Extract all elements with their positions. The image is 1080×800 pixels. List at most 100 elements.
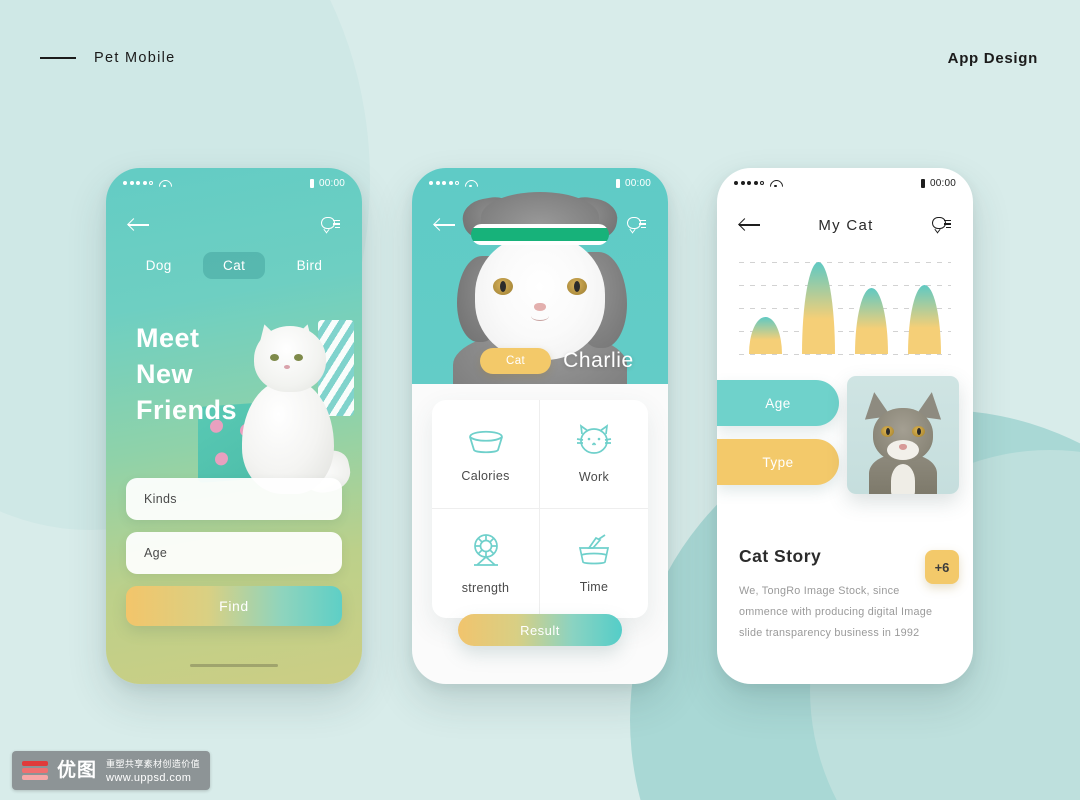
- status-left: [429, 179, 476, 188]
- signal-dots-icon: [123, 181, 153, 185]
- chart-peaks: [739, 262, 951, 354]
- stat-strength[interactable]: strength: [432, 509, 540, 618]
- hero-headline: Meet New Friends: [136, 320, 237, 429]
- cat-eye-right: [294, 354, 303, 361]
- page-title: My Cat: [818, 216, 874, 234]
- home-indicator: [190, 663, 278, 667]
- status-bar: 00:00: [412, 168, 668, 198]
- chat-bubble-icon[interactable]: [627, 216, 646, 234]
- page-header: Pet Mobile App Design: [0, 50, 1080, 86]
- battery-icon: [309, 178, 314, 188]
- cat-head: [254, 326, 326, 392]
- cat-muzzle: [887, 440, 919, 460]
- pet-name: Charlie: [563, 349, 634, 372]
- watermark-text: 重塑共享素材创造价值 www.uppsd.com: [106, 757, 200, 784]
- cat-face: [475, 234, 605, 360]
- food-bowl-icon: [466, 425, 506, 455]
- chat-bubble-icon[interactable]: [321, 216, 340, 234]
- white-cat-photo: [232, 321, 354, 497]
- battery-icon: [615, 178, 620, 188]
- activity-chart: [739, 262, 951, 355]
- stat-work[interactable]: Work: [540, 400, 648, 509]
- result-button[interactable]: Result: [458, 614, 622, 646]
- search-form: Kinds Age Find: [126, 478, 342, 626]
- status-clock: 00:00: [929, 177, 956, 189]
- cat-eye-left: [270, 354, 279, 361]
- hamster-wheel-icon: [468, 533, 504, 567]
- cat-body: [242, 380, 334, 494]
- status-bar: 00:00: [106, 168, 362, 198]
- phone-screen-my-cat: 00:00 My Cat Age Type +6 Cat Story We, T…: [717, 168, 973, 684]
- chart-peak: [802, 262, 835, 354]
- wifi-icon: [465, 179, 476, 188]
- back-arrow-icon[interactable]: [128, 218, 149, 232]
- status-bar: 00:00: [717, 168, 973, 198]
- status-clock: 00:00: [318, 177, 345, 189]
- horizontal-line-icon: [40, 57, 76, 59]
- stat-label: strength: [461, 580, 510, 595]
- chart-peak: [749, 317, 782, 354]
- cat-eye-left: [493, 278, 513, 295]
- cat-bib: [891, 464, 915, 494]
- cat-story-section: Cat Story We, TongRo Image Stock, since …: [739, 546, 951, 644]
- stacked-layers-icon: [22, 760, 48, 781]
- chart-peak: [908, 285, 941, 354]
- pill-age[interactable]: Age: [717, 380, 839, 426]
- stat-label: Calories: [461, 469, 510, 483]
- hero-line-3: Friends: [136, 395, 238, 426]
- tab-dog[interactable]: Dog: [126, 252, 192, 279]
- stat-label: Work: [578, 470, 610, 484]
- cat-mouth: [531, 311, 549, 321]
- nav-bar: [412, 206, 668, 244]
- cat-photo-card[interactable]: [847, 376, 959, 494]
- status-right: 00:00: [309, 177, 345, 189]
- back-arrow-icon[interactable]: [739, 218, 760, 232]
- stat-time[interactable]: Time: [540, 509, 648, 618]
- cat-eye-right: [567, 278, 587, 295]
- battery-icon: [920, 178, 925, 188]
- category-tabs: Dog Cat Bird: [106, 250, 362, 280]
- status-left: [734, 179, 781, 188]
- watermark-url: www.uppsd.com: [106, 772, 192, 784]
- watermark: 优图 重塑共享素材创造价值 www.uppsd.com: [12, 751, 211, 790]
- phone-screen-discover: 00:00 Dog Cat Bird Meet New Friends Kind…: [106, 168, 362, 684]
- brand: Pet Mobile: [40, 50, 176, 66]
- hero-line-2: New: [136, 359, 194, 390]
- cat-nose: [534, 303, 546, 311]
- stat-calories[interactable]: Calories: [432, 400, 540, 509]
- watermark-cn-name: 优图: [57, 759, 98, 781]
- pet-type-badge[interactable]: Cat: [480, 348, 552, 374]
- age-input[interactable]: Age: [126, 532, 342, 574]
- pet-hero-photo: Cat Charlie: [412, 168, 668, 384]
- litter-box-scoop-icon: [575, 533, 613, 566]
- story-title: Cat Story: [739, 546, 822, 566]
- nav-bar: [106, 206, 362, 244]
- signal-dots-icon: [429, 181, 459, 185]
- chart-gridline: [739, 354, 951, 355]
- story-body: We, TongRo Image Stock, since ommence wi…: [739, 585, 933, 640]
- nav-bar: My Cat: [717, 206, 973, 244]
- hero-line-1: Meet: [136, 323, 200, 353]
- cat-eye-right: [912, 426, 925, 437]
- tab-bird[interactable]: Bird: [277, 252, 343, 279]
- kinds-input[interactable]: Kinds: [126, 478, 342, 520]
- cat-nose: [284, 365, 290, 369]
- photo-count-badge[interactable]: +6: [925, 550, 959, 584]
- wifi-icon: [770, 179, 781, 188]
- brand-label: Pet Mobile: [94, 50, 176, 66]
- status-clock: 00:00: [624, 177, 651, 189]
- cat-nose: [899, 444, 907, 450]
- watermark-tagline: 重塑共享素材创造价值: [106, 760, 201, 770]
- chat-bubble-icon[interactable]: [932, 216, 951, 234]
- pill-type[interactable]: Type: [717, 439, 839, 485]
- status-right: 00:00: [615, 177, 651, 189]
- status-left: [123, 179, 170, 188]
- tab-cat[interactable]: Cat: [203, 251, 266, 279]
- chart-peak: [855, 287, 888, 354]
- tabby-cat-photo: [855, 390, 951, 494]
- find-button[interactable]: Find: [126, 586, 342, 626]
- wifi-icon: [159, 179, 170, 188]
- back-arrow-icon[interactable]: [434, 218, 455, 232]
- cat-eye-left: [881, 426, 894, 437]
- stats-grid: Calories Work strength Time: [432, 400, 648, 618]
